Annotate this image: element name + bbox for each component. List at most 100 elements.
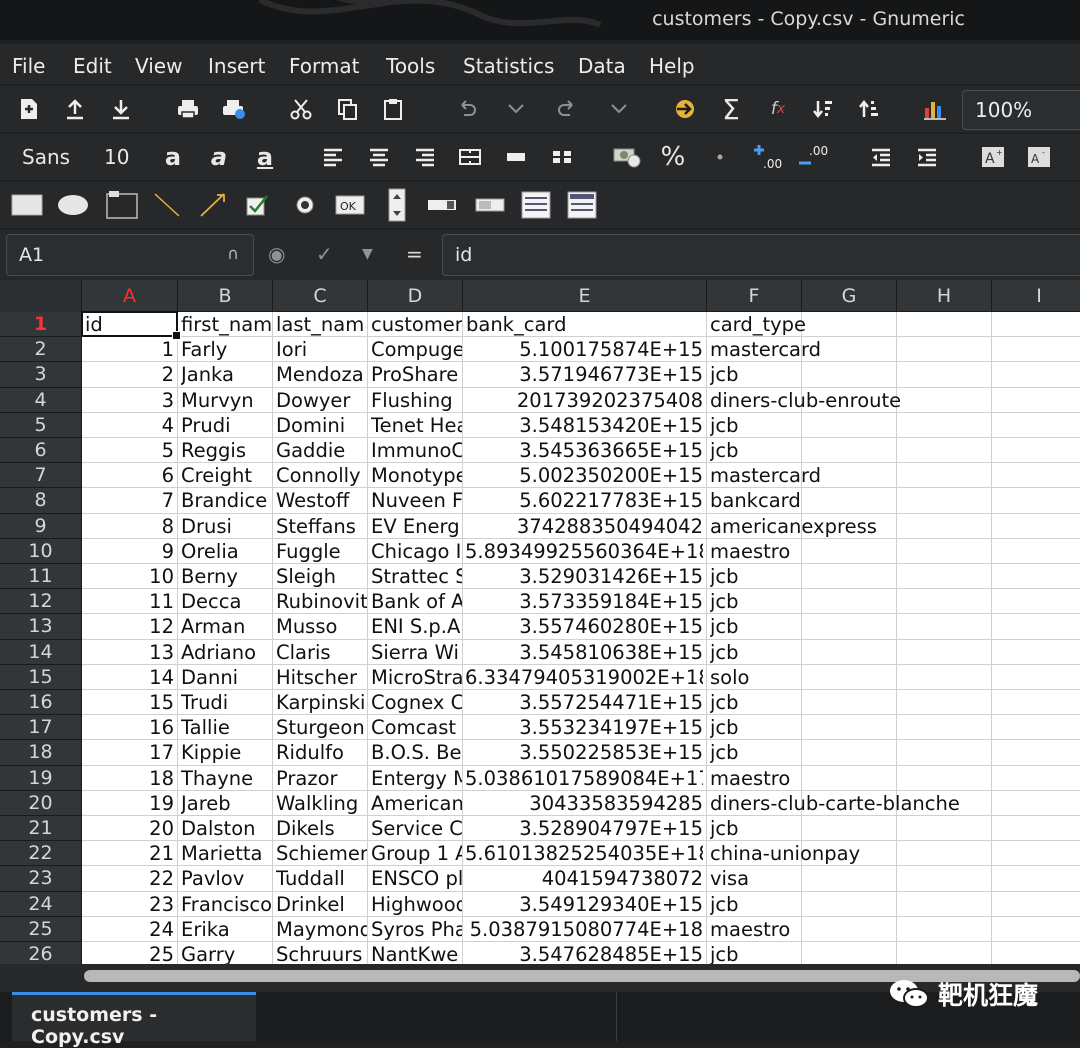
cell-d24[interactable]: Highwood (371, 892, 462, 917)
align-center-icon[interactable] (366, 140, 392, 174)
font-size-combo[interactable]: 10 (104, 140, 134, 174)
cell-b20[interactable]: Jareb (181, 791, 272, 816)
increase-font-size-icon[interactable]: A + (980, 140, 1006, 174)
row-header[interactable]: 20 (0, 790, 82, 816)
rectangle-icon[interactable] (10, 188, 44, 222)
cell-a19[interactable]: 18 (84, 766, 174, 791)
cell-f22[interactable]: china-unionpay (710, 841, 1080, 866)
copy-icon[interactable] (334, 92, 360, 126)
row-header[interactable]: 16 (0, 690, 82, 716)
arrow-icon[interactable] (198, 188, 228, 222)
cell-a12[interactable]: 11 (84, 589, 174, 614)
cell-d26[interactable]: NantKwe (371, 942, 462, 964)
button-widget-icon[interactable]: OK (334, 188, 366, 222)
menu-statistics[interactable]: Statistics (463, 54, 554, 78)
row-header[interactable]: 3 (0, 362, 82, 388)
cell-b16[interactable]: Trudi (181, 690, 272, 715)
cell-f23[interactable]: visa (710, 866, 1080, 891)
cell-f17[interactable]: jcb (710, 715, 1080, 740)
decrease-font-size-icon[interactable]: A- (1026, 140, 1052, 174)
cell-d10[interactable]: Chicago I (371, 539, 462, 564)
cell-a22[interactable]: 21 (84, 841, 174, 866)
cell-a25[interactable]: 24 (84, 917, 174, 942)
cell-a3[interactable]: 2 (84, 362, 174, 387)
cell-f14[interactable]: jcb (710, 640, 1080, 665)
cell-a6[interactable]: 5 (84, 438, 174, 463)
row-header[interactable]: 21 (0, 816, 82, 842)
formula-input[interactable]: id (442, 234, 1080, 276)
cell-d1[interactable]: customer (371, 312, 462, 337)
row-header[interactable]: 9 (0, 513, 82, 539)
merge-cells-icon[interactable] (504, 140, 528, 174)
cell-e15[interactable]: 6.33479405319002E+18 (465, 665, 703, 690)
cell-c19[interactable]: Prazor (276, 766, 367, 791)
cell-c5[interactable]: Domini (276, 413, 367, 438)
cell-a11[interactable]: 10 (84, 564, 174, 589)
undo-icon[interactable] (454, 92, 480, 126)
decrease-indent-icon[interactable] (868, 140, 894, 174)
row-header[interactable]: 5 (0, 412, 82, 438)
cell-e20[interactable]: 30433583594285 (465, 791, 703, 816)
cell-f20[interactable]: diners-club-carte-blanche (710, 791, 1080, 816)
cell-d14[interactable]: Sierra Wi (371, 640, 462, 665)
cell-e5[interactable]: 3.548153420E+15 (465, 413, 703, 438)
font-name-combo[interactable]: Sans (22, 140, 76, 174)
column-header-h[interactable]: H (897, 280, 992, 312)
row-header[interactable]: 2 (0, 337, 82, 363)
cell-c4[interactable]: Dowyer (276, 388, 367, 413)
cell-f9[interactable]: americanexpress (710, 514, 1080, 539)
open-upload-icon[interactable] (62, 92, 88, 126)
cell-d2[interactable]: Compuge (371, 337, 462, 362)
cell-f16[interactable]: jcb (710, 690, 1080, 715)
cell-e1[interactable]: bank_card (466, 312, 706, 337)
row-header[interactable]: 14 (0, 639, 82, 665)
cell-e2[interactable]: 5.100175874E+15 (465, 337, 703, 362)
cell-e25[interactable]: 5.0387915080774E+18 (465, 917, 703, 942)
row-header[interactable]: 26 (0, 942, 82, 964)
row-header[interactable]: 4 (0, 387, 82, 413)
cell-f6[interactable]: jcb (710, 438, 1080, 463)
cell-f8[interactable]: bankcard (710, 488, 1080, 513)
cell-e6[interactable]: 3.545363665E+15 (465, 438, 703, 463)
zoom-combo[interactable]: 100% (962, 90, 1080, 130)
scrollbar-widget-icon[interactable] (474, 188, 506, 222)
column-header-e[interactable]: E (463, 280, 707, 312)
row-header[interactable]: 1 (0, 312, 82, 338)
cell-f24[interactable]: jcb (710, 892, 1080, 917)
cell-a16[interactable]: 15 (84, 690, 174, 715)
column-header-c[interactable]: C (273, 280, 368, 312)
cell-b17[interactable]: Tallie (181, 715, 272, 740)
cell-e10[interactable]: 5.89349925560364E+18 (465, 539, 703, 564)
select-all-corner[interactable] (0, 280, 82, 312)
menu-view[interactable]: View (135, 54, 182, 78)
cell-f26[interactable]: jcb (710, 942, 1080, 964)
row-header[interactable]: 12 (0, 589, 82, 615)
cell-a21[interactable]: 20 (84, 816, 174, 841)
increase-indent-icon[interactable] (914, 140, 940, 174)
row-header[interactable]: 22 (0, 841, 82, 867)
row-header[interactable]: 19 (0, 765, 82, 791)
save-download-icon[interactable] (108, 92, 134, 126)
cell-e7[interactable]: 5.002350200E+15 (465, 463, 703, 488)
cell-b9[interactable]: Drusi (181, 514, 272, 539)
cell-e19[interactable]: 5.03861017589084E+17 (465, 766, 703, 791)
fill-handle[interactable] (172, 331, 181, 341)
cell-a8[interactable]: 7 (84, 488, 174, 513)
cell-b6[interactable]: Reggis (181, 438, 272, 463)
cell-a17[interactable]: 16 (84, 715, 174, 740)
cell-c21[interactable]: Dikels (276, 816, 367, 841)
cell-b19[interactable]: Thayne (181, 766, 272, 791)
cell-e23[interactable]: 4041594738072 (465, 866, 703, 891)
cell-c10[interactable]: Fuggle (276, 539, 367, 564)
cell-f7[interactable]: mastercard (710, 463, 1080, 488)
formula-dropdown-chevron-down-icon[interactable]: ▼ (362, 246, 373, 262)
cell-b21[interactable]: Dalston (181, 816, 272, 841)
cell-d13[interactable]: ENI S.p.A (371, 614, 462, 639)
cell-c23[interactable]: Tuddall (276, 866, 367, 891)
cell-d12[interactable]: Bank of A (371, 589, 462, 614)
line-icon[interactable] (152, 188, 182, 222)
undo-dropdown-chevron-down-icon[interactable] (504, 92, 528, 126)
underline-button[interactable]: a (252, 140, 278, 174)
cell-c24[interactable]: Drinkel (276, 892, 367, 917)
cell-f25[interactable]: maestro (710, 917, 1080, 942)
